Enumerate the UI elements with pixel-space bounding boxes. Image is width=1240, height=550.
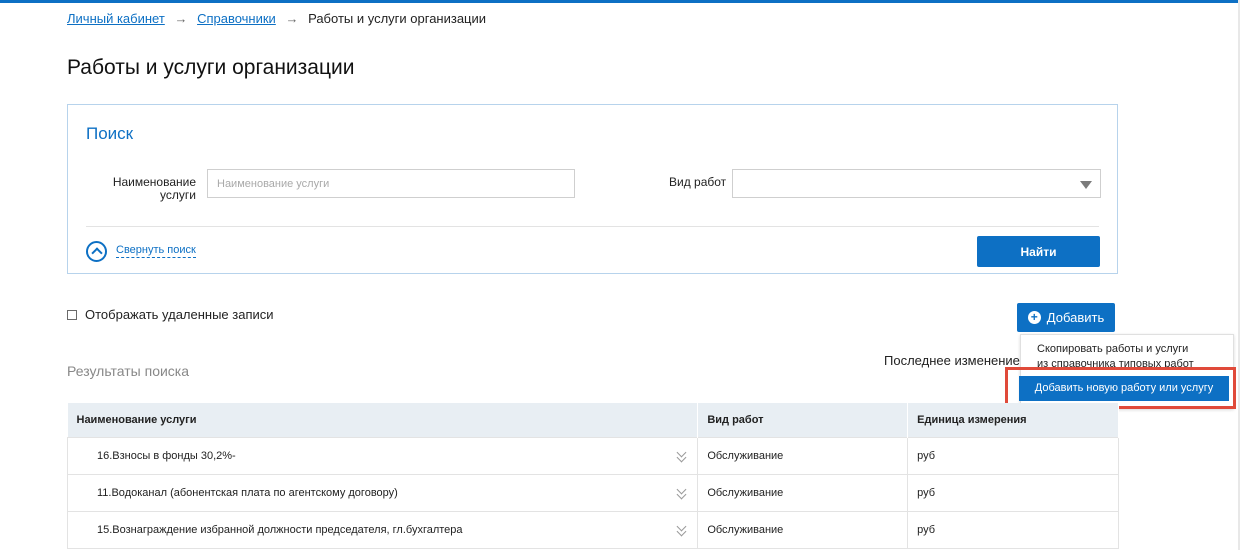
table-row[interactable]: 11.Водоканал (абонентская плата по агент…	[66, 474, 1119, 512]
cell-unit: руб	[907, 437, 1119, 475]
results-title: Результаты поиска	[67, 363, 190, 379]
service-name-input[interactable]	[207, 169, 575, 198]
collapse-search-toggle[interactable]: Свернуть поиск	[86, 239, 196, 263]
cell-unit: руб	[907, 511, 1119, 549]
collapse-search-link[interactable]: Свернуть поиск	[116, 244, 196, 258]
cell-kind: Обслуживание	[697, 474, 909, 512]
cell-name-text: 16.Взносы в фонды 30,2%-	[97, 450, 236, 462]
cell-name-text: 11.Водоканал (абонентская плата по агент…	[97, 487, 398, 499]
breadcrumb-link-cabinet[interactable]: Личный кабинет	[67, 11, 165, 26]
results-table: Наименование услуги Вид работ Единица из…	[66, 403, 1119, 549]
chevron-up-circle-icon[interactable]	[86, 240, 107, 262]
menu-item-copy-line1: Скопировать работы и услуги	[1037, 343, 1189, 355]
table-header-row: Наименование услуги Вид работ Единица из…	[67, 403, 1119, 438]
table-row[interactable]: 15.Вознаграждение избранной должности пр…	[66, 511, 1119, 549]
add-button-label: Добавить	[1046, 310, 1105, 325]
find-button[interactable]: Найти	[977, 236, 1100, 267]
add-button[interactable]: + Добавить	[1017, 303, 1115, 332]
panel-divider	[86, 226, 1099, 227]
cell-name[interactable]: 11.Водоканал (абонентская плата по агент…	[66, 474, 699, 512]
column-header-kind[interactable]: Вид работ	[697, 403, 909, 438]
search-panel: Поиск Наименование услуги Вид работ Свер…	[67, 104, 1118, 274]
column-header-name[interactable]: Наименование услуги	[67, 403, 699, 438]
double-chevron-down-icon[interactable]	[676, 524, 688, 536]
cell-kind: Обслуживание	[697, 437, 909, 475]
table-row[interactable]: 16.Взносы в фонды 30,2%- Обслуживание ру…	[66, 437, 1119, 475]
column-header-unit[interactable]: Единица измерения	[907, 403, 1119, 438]
dropdown-arrow-icon	[1080, 181, 1092, 189]
show-deleted-option[interactable]: Отображать удаленные записи	[67, 307, 274, 322]
page-title: Работы и услуги организации	[67, 56, 355, 79]
cell-name[interactable]: 16.Взносы в фонды 30,2%-	[66, 437, 699, 475]
cell-name[interactable]: 15.Вознаграждение избранной должности пр…	[66, 511, 699, 549]
breadcrumb-separator: →	[174, 11, 188, 26]
cell-name-text: 15.Вознаграждение избранной должности пр…	[97, 524, 463, 536]
double-chevron-down-icon[interactable]	[676, 450, 688, 462]
double-chevron-down-icon[interactable]	[676, 487, 688, 499]
work-kind-label: Вид работ	[669, 175, 727, 189]
last-change-label: Последнее изменение:	[884, 353, 1024, 368]
show-deleted-checkbox[interactable]	[67, 309, 77, 320]
breadcrumb-separator: →	[285, 11, 299, 26]
cell-kind: Обслуживание	[697, 511, 909, 549]
show-deleted-label[interactable]: Отображать удаленные записи	[85, 307, 274, 322]
work-kind-select[interactable]	[732, 169, 1101, 198]
search-panel-title: Поиск	[86, 124, 134, 143]
breadcrumb-link-directories[interactable]: Справочники	[197, 11, 276, 26]
plus-circle-icon: +	[1027, 311, 1041, 324]
cell-unit: руб	[907, 474, 1119, 512]
breadcrumb: Личный кабинет → Справочники → Работы и …	[67, 11, 486, 26]
breadcrumb-current: Работы и услуги организации	[308, 11, 487, 26]
service-name-label: Наименование услуги	[112, 175, 196, 202]
top-accent-bar	[0, 0, 1240, 3]
